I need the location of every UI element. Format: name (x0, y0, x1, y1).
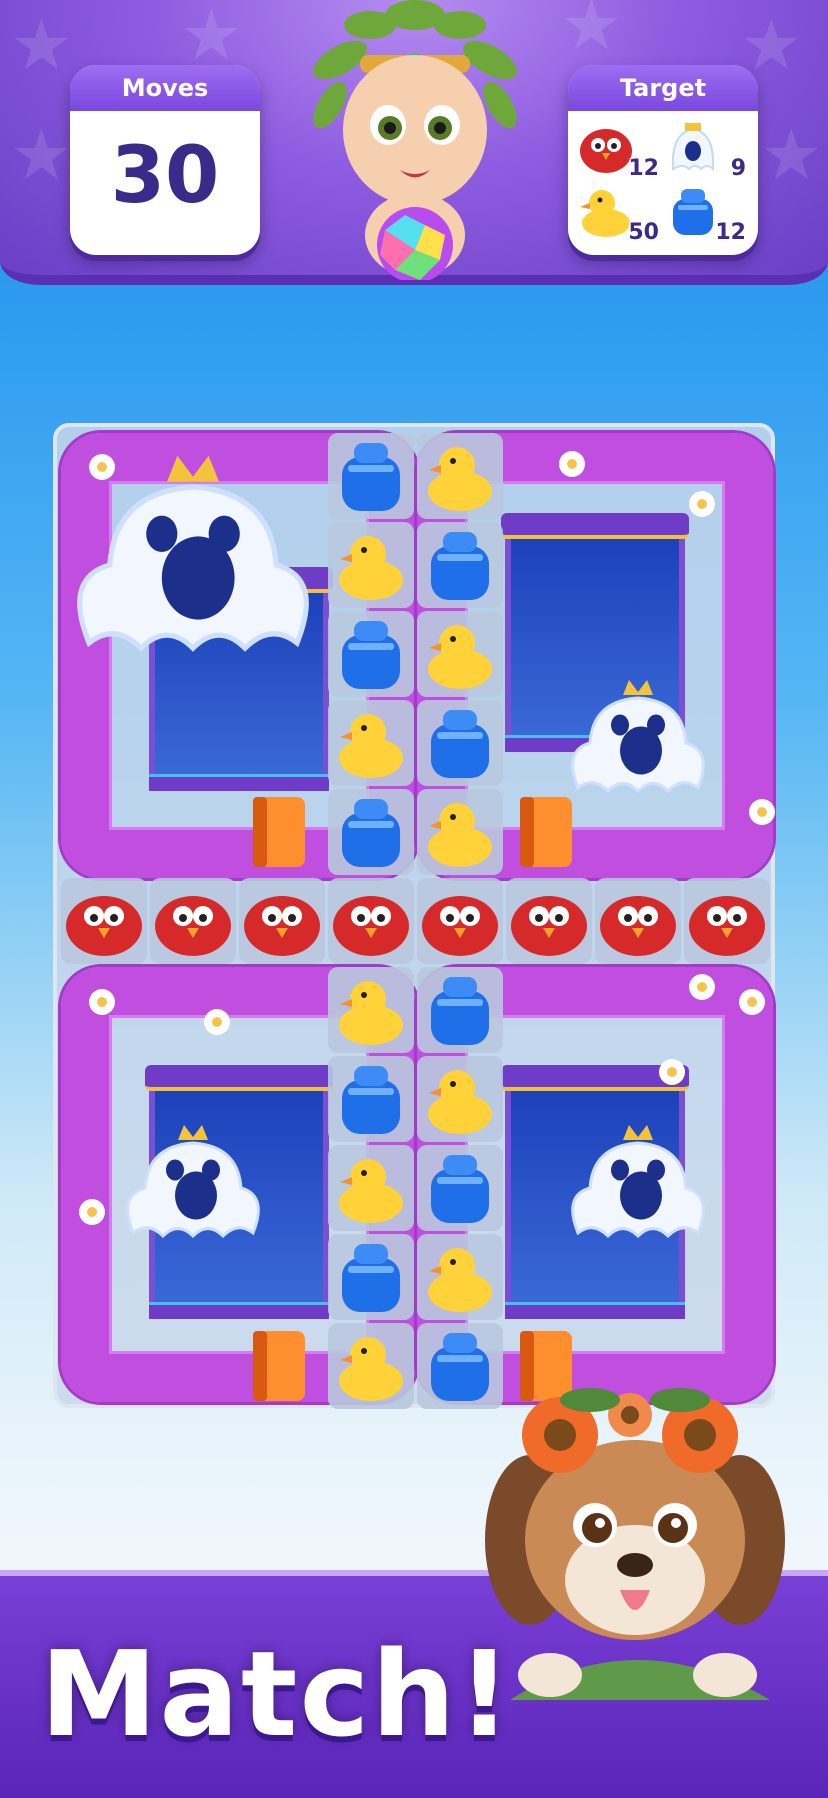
top-hud: ★ ★ ★ ★ ★ ★ Moves 30 Target 12 9 50 12 (0, 0, 828, 285)
target-panel: Target 12 9 50 12 (568, 65, 758, 255)
moves-counter: 30 (110, 131, 220, 221)
target-item-yellow-duck: 50 (576, 183, 663, 247)
flower-icon (687, 489, 717, 519)
red-bird-tile[interactable] (417, 878, 503, 964)
yellow-duck-tile[interactable] (328, 522, 414, 608)
target-item-blue-jar: 12 (663, 183, 750, 247)
flower-icon (202, 1007, 232, 1037)
blue-jar-tile[interactable] (328, 1056, 414, 1142)
red-bird-tile[interactable] (328, 878, 414, 964)
blue-jar-tile[interactable] (417, 1145, 503, 1231)
red-bird-tile[interactable] (506, 878, 592, 964)
ghost-boss-blocker[interactable] (63, 435, 323, 695)
red-bird-tile[interactable] (150, 878, 236, 964)
target-item-ghost: 9 (663, 119, 750, 183)
flower-icon (737, 987, 767, 1017)
red-bird-tile[interactable] (61, 878, 147, 964)
star-decoration-icon: ★ (10, 114, 73, 196)
blue-jar-tile[interactable] (328, 1234, 414, 1320)
orange-pipe-blocker (253, 797, 305, 867)
yellow-duck-tile[interactable] (417, 433, 503, 519)
yellow-duck-tile[interactable] (328, 1323, 414, 1409)
ghost-blocker[interactable] (118, 1113, 268, 1263)
moves-panel: Moves 30 (70, 65, 260, 255)
yellow-duck-tile[interactable] (417, 611, 503, 697)
target-count: 12 (628, 156, 659, 181)
red-bird-tile[interactable] (595, 878, 681, 964)
yellow-duck-tile[interactable] (328, 700, 414, 786)
flower-icon (747, 797, 777, 827)
match-title: Match! (40, 1625, 514, 1763)
star-decoration-icon: ★ (560, 0, 623, 66)
blue-jar-tile[interactable] (417, 522, 503, 608)
star-decoration-icon: ★ (740, 4, 803, 86)
orange-pipe-blocker (520, 797, 572, 867)
yellow-duck-tile[interactable] (417, 1234, 503, 1320)
girl-character-avatar (313, 0, 517, 280)
target-label: Target (568, 65, 758, 111)
flower-icon (557, 449, 587, 479)
orange-pipe-blocker (253, 1331, 305, 1401)
flower-icon (687, 972, 717, 1002)
target-count: 50 (628, 220, 659, 245)
yellow-duck-tile[interactable] (328, 967, 414, 1053)
red-bird-tile[interactable] (239, 878, 325, 964)
blue-jar-icon (673, 189, 713, 235)
ghost-icon (671, 123, 715, 172)
red-bird-tile[interactable] (684, 878, 770, 964)
star-decoration-icon: ★ (760, 114, 823, 196)
moves-label: Moves (70, 65, 260, 111)
dog-character-avatar (485, 1388, 785, 1700)
yellow-duck-tile[interactable] (417, 1056, 503, 1142)
blue-jar-tile[interactable] (328, 789, 414, 875)
yellow-duck-tile[interactable] (417, 789, 503, 875)
target-count: 9 (730, 156, 746, 181)
star-decoration-icon: ★ (10, 4, 73, 86)
blue-jar-tile[interactable] (328, 433, 414, 519)
red-bird-icon (580, 129, 632, 173)
flower-icon (657, 1057, 687, 1087)
blue-jar-tile[interactable] (417, 967, 503, 1053)
target-count: 12 (715, 220, 746, 245)
game-board (53, 423, 777, 1409)
star-decoration-icon: ★ (180, 0, 243, 76)
ghost-blocker[interactable] (563, 1113, 713, 1263)
flower-icon (77, 1197, 107, 1227)
yellow-duck-tile[interactable] (328, 1145, 414, 1231)
target-item-red-bird: 12 (576, 119, 663, 183)
blue-jar-tile[interactable] (417, 700, 503, 786)
flower-icon (87, 987, 117, 1017)
yellow-duck-icon (580, 190, 630, 237)
blue-jar-tile[interactable] (328, 611, 414, 697)
